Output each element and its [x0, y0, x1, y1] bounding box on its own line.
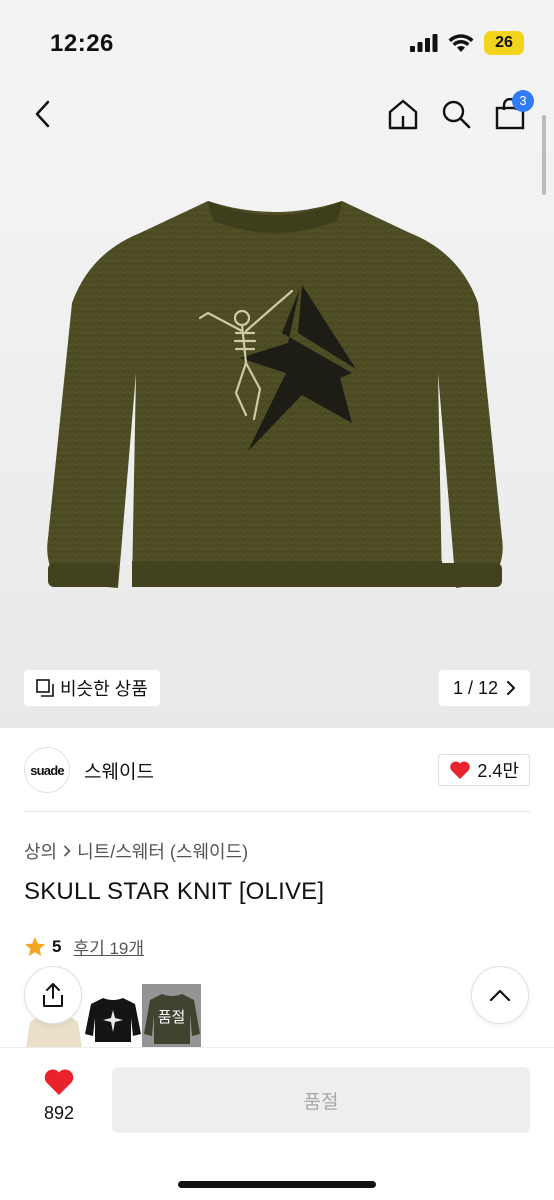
star-icon — [25, 936, 45, 956]
product-title: SKULL STAR KNIT [OLIVE] — [24, 878, 325, 905]
image-pager-button[interactable]: 1 / 12 — [438, 670, 530, 706]
heart-icon — [450, 761, 471, 779]
image-pager-text: 1 / 12 — [452, 677, 498, 698]
cart-button[interactable]: 3 — [490, 90, 534, 134]
bottom-action-bar: 892 품절 — [0, 1047, 554, 1200]
rating-row[interactable]: 5 후기 19개 — [24, 934, 144, 959]
status-time: 12:26 — [50, 30, 114, 57]
brand-like-count: 2.4만 — [477, 761, 519, 781]
chevron-right-icon — [64, 845, 71, 857]
review-count-link[interactable]: 후기 19개 — [73, 934, 144, 959]
breadcrumb-level1[interactable]: 상의 — [24, 838, 57, 864]
chevron-left-icon — [35, 100, 50, 128]
brand-logo[interactable]: suade — [24, 747, 70, 793]
brand-row[interactable]: suade 스웨이드 2.4만 — [24, 746, 530, 794]
heart-icon — [44, 1069, 74, 1095]
similar-products-label: 비슷한 상품 — [60, 679, 148, 699]
divider — [24, 811, 530, 812]
status-bar: 12:26 26 — [0, 0, 554, 88]
battery-indicator: 26 — [484, 31, 524, 55]
copy-squares-icon — [36, 679, 54, 697]
similar-products-button[interactable]: 비슷한 상품 — [24, 670, 160, 706]
wishlist-count: 892 — [43, 1103, 75, 1123]
brand-like-button[interactable]: 2.4만 — [438, 754, 530, 786]
color-option-olive[interactable]: 품절 — [142, 984, 201, 1048]
wishlist-button[interactable]: 892 — [30, 1068, 88, 1124]
nav-bar: 3 — [0, 88, 554, 138]
rating-score: 5 — [52, 936, 62, 956]
search-button[interactable] — [436, 94, 476, 134]
home-icon — [388, 99, 418, 130]
scroll-indicator — [542, 115, 546, 195]
soldout-overlay: 품절 — [142, 984, 201, 1048]
home-button[interactable] — [383, 94, 423, 134]
share-button[interactable] — [24, 966, 82, 1024]
product-image-carousel[interactable]: 비슷한 상품 1 / 12 — [0, 115, 554, 728]
breadcrumb: 상의 니트/스웨터 (스웨이드) — [24, 838, 248, 864]
back-button[interactable] — [22, 94, 62, 134]
chevron-right-icon — [507, 681, 515, 695]
brand-name[interactable]: 스웨이드 — [84, 757, 154, 784]
soldout-purchase-button[interactable]: 품절 — [112, 1067, 530, 1133]
breadcrumb-level2[interactable]: 니트/스웨터 (스웨이드) — [77, 838, 248, 864]
product-photo-sweater — [47, 201, 503, 588]
wifi-icon — [448, 33, 474, 52]
color-option-black[interactable] — [83, 984, 142, 1048]
home-indicator — [178, 1181, 376, 1188]
brand-logo-text: suade — [30, 762, 64, 778]
signal-icon — [410, 34, 438, 52]
scroll-to-top-button[interactable] — [471, 966, 529, 1024]
share-icon — [43, 983, 63, 1007]
chevron-up-icon — [489, 989, 511, 1002]
cart-count-badge: 3 — [512, 90, 534, 112]
search-icon — [442, 100, 471, 129]
thumbnail-black-sweater — [83, 984, 142, 1048]
status-icons: 26 — [410, 31, 524, 55]
